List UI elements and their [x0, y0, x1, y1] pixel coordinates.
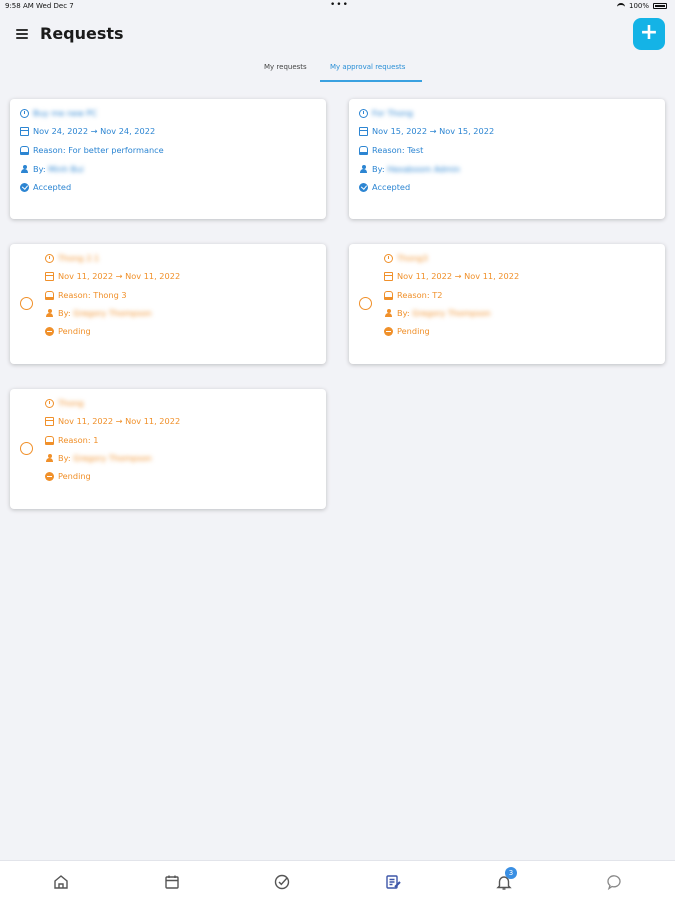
request-reason: Reason: Test [372, 145, 424, 155]
select-radio[interactable] [359, 297, 372, 310]
request-card[interactable]: Thong 2.1 Nov 11, 2022 → Nov 11, 2022 Re… [10, 244, 326, 364]
user-icon [20, 164, 29, 174]
request-card[interactable]: Buy me new PC Nov 24, 2022 → Nov 24, 202… [10, 99, 326, 219]
header: Requests + [0, 18, 675, 58]
calendar-icon [45, 271, 54, 281]
user-icon [384, 308, 393, 318]
requester-name: Gregory Thompson [412, 308, 491, 318]
clock-icon [45, 253, 54, 263]
request-title: Thong 2.1 [58, 253, 100, 263]
calendar-icon [384, 271, 393, 281]
requester-name: Minh Bui [48, 164, 84, 174]
battery-percent: 100% [628, 2, 649, 10]
pending-icon [45, 471, 54, 481]
tab-my-requests[interactable]: My requests [264, 63, 307, 71]
request-reason: Reason: Thong 3 [58, 290, 127, 300]
calendar-icon [45, 416, 54, 426]
requester-name: Gregory Thompson [73, 308, 152, 318]
wifi-icon [616, 3, 625, 9]
tabs: My requests My approval requests [0, 60, 675, 84]
status-right: 100% [616, 2, 667, 10]
request-reason: Reason: 1 [58, 435, 99, 445]
check-circle-icon [359, 182, 368, 192]
request-dates: Nov 11, 2022 → Nov 11, 2022 [397, 271, 520, 281]
pending-icon [384, 326, 393, 336]
status-time: 9:58 AM Wed Dec 7 [5, 2, 74, 10]
check-circle-icon[interactable] [273, 873, 291, 891]
add-request-button[interactable]: + [633, 18, 665, 50]
calendar-icon[interactable] [163, 873, 181, 891]
by-label: By: [397, 308, 410, 318]
hamburger-menu-icon[interactable] [16, 29, 28, 39]
status-badge: Pending [58, 326, 91, 336]
user-icon [359, 164, 368, 174]
car-icon [45, 436, 54, 445]
requests-icon[interactable] [384, 873, 402, 891]
request-title: Buy me new PC [33, 108, 98, 118]
chat-icon[interactable] [605, 873, 623, 891]
requester-name: Hexaboom Admin [387, 164, 461, 174]
calendar-icon [359, 126, 368, 136]
request-card[interactable]: Thong3 Nov 11, 2022 → Nov 11, 2022 Reaso… [349, 244, 665, 364]
request-card[interactable]: Thong Nov 11, 2022 → Nov 11, 2022 Reason… [10, 389, 326, 509]
status-badge: Pending [397, 326, 430, 336]
by-label: By: [58, 308, 71, 318]
bottom-nav: 3 [0, 860, 675, 900]
request-card[interactable]: For Thong Nov 15, 2022 → Nov 15, 2022 Re… [349, 99, 665, 219]
request-reason: Reason: T2 [397, 290, 443, 300]
status-badge: Accepted [372, 182, 411, 192]
request-title: Thong [58, 398, 84, 408]
calendar-icon [20, 126, 29, 136]
select-radio[interactable] [20, 297, 33, 310]
battery-icon [653, 3, 667, 9]
car-icon [384, 291, 393, 300]
status-bar: 9:58 AM Wed Dec 7 ••• 100% [0, 0, 675, 14]
request-dates: Nov 11, 2022 → Nov 11, 2022 [58, 416, 181, 426]
user-icon [45, 453, 54, 463]
clock-icon [359, 108, 368, 118]
home-icon[interactable] [52, 873, 70, 891]
clock-icon [20, 108, 29, 118]
notification-badge: 3 [505, 867, 517, 879]
by-label: By: [58, 453, 71, 463]
car-icon [20, 146, 29, 155]
requester-name: Gregory Thompson [73, 453, 152, 463]
multitask-dots: ••• [330, 0, 349, 10]
page-title: Requests [40, 24, 124, 43]
check-circle-icon [20, 182, 29, 192]
request-dates: Nov 24, 2022 → Nov 24, 2022 [33, 126, 156, 136]
pending-icon [45, 326, 54, 336]
active-tab-indicator [320, 80, 422, 82]
car-icon [359, 146, 368, 155]
by-label: By: [372, 164, 385, 174]
request-title: For Thong [372, 108, 413, 118]
clock-icon [384, 253, 393, 263]
status-badge: Accepted [33, 182, 72, 192]
request-title: Thong3 [397, 253, 428, 263]
car-icon [45, 291, 54, 300]
tab-my-approval-requests[interactable]: My approval requests [330, 63, 405, 71]
request-reason: Reason: For better performance [33, 145, 164, 155]
request-dates: Nov 11, 2022 → Nov 11, 2022 [58, 271, 181, 281]
by-label: By: [33, 164, 46, 174]
select-radio[interactable] [20, 442, 33, 455]
user-icon [45, 308, 54, 318]
clock-icon [45, 398, 54, 408]
bell-icon[interactable]: 3 [495, 867, 517, 891]
request-dates: Nov 15, 2022 → Nov 15, 2022 [372, 126, 495, 136]
status-badge: Pending [58, 471, 91, 481]
